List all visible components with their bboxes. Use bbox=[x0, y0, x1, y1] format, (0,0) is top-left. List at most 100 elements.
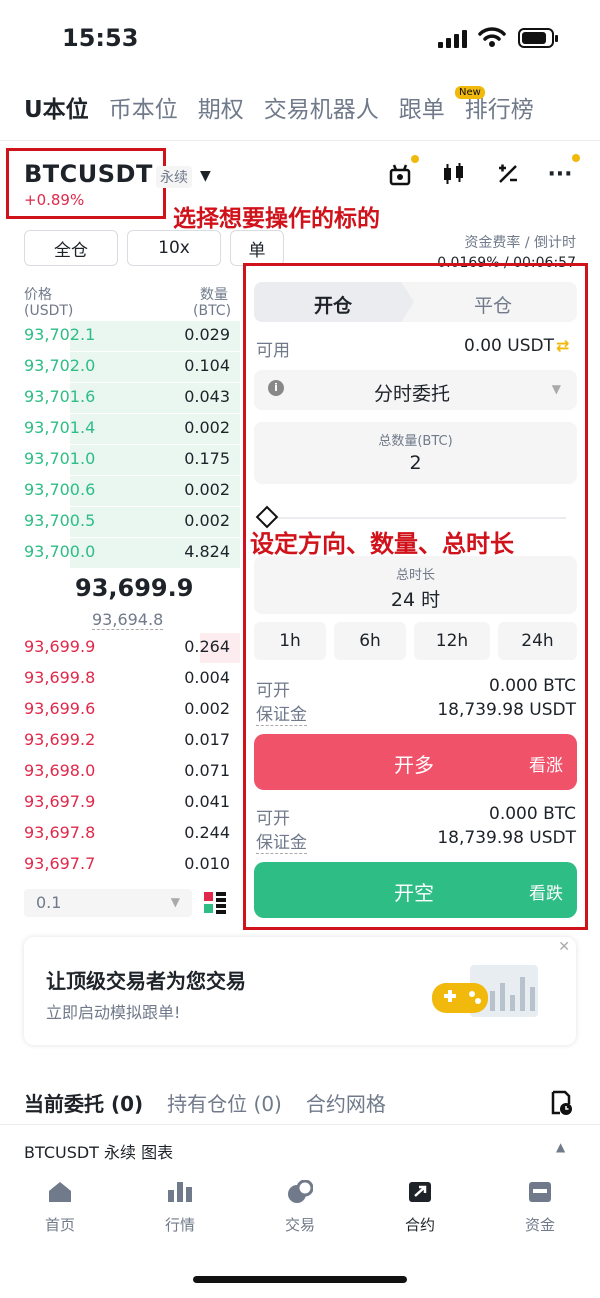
open-long-sub: 看涨 bbox=[529, 756, 563, 776]
qty-slider-track[interactable] bbox=[266, 517, 566, 519]
duration-option-12h[interactable]: 12h bbox=[414, 622, 490, 660]
nav-home-label: 首页 bbox=[44, 1216, 75, 1234]
nav-assets-label: 资金 bbox=[524, 1216, 555, 1234]
order-tabs: 当前委托 (0) 持有仓位 (0) 合约网格 bbox=[24, 1088, 410, 1117]
nav-markets[interactable]: 行情 bbox=[120, 1180, 240, 1235]
nav-markets-label: 行情 bbox=[164, 1216, 195, 1234]
status-time: 15:53 bbox=[62, 24, 139, 52]
wifi-icon bbox=[478, 26, 506, 52]
new-badge: New bbox=[455, 86, 485, 99]
duration-option-6h[interactable]: 6h bbox=[334, 622, 406, 660]
candlestick-chart-icon[interactable] bbox=[440, 160, 468, 188]
available-value: 0.00 USDT bbox=[464, 336, 554, 356]
tab-copy-trading[interactable]: 跟单 bbox=[399, 90, 445, 124]
orderbook-row[interactable]: 93,698.0 0.071 bbox=[0, 757, 240, 787]
tab-open-orders[interactable]: 当前委托 (0) bbox=[24, 1088, 143, 1117]
orderbook-row[interactable]: 93,697.9 0.041 bbox=[0, 788, 240, 818]
order-type-select[interactable]: i 分时委托 ▼ bbox=[254, 370, 577, 410]
orderbook-row[interactable]: 93,699.9 0.264 bbox=[0, 633, 240, 663]
orderbook-row[interactable]: 93,699.2 0.017 bbox=[0, 726, 240, 756]
open-short-sub: 看跌 bbox=[529, 884, 563, 904]
transfer-icon[interactable]: ⇄ bbox=[556, 336, 569, 355]
long-can-open-label: 可开 bbox=[256, 681, 290, 701]
more-icon[interactable]: ··· bbox=[546, 160, 574, 188]
tab-futures-grid[interactable]: 合约网格 bbox=[306, 1088, 386, 1117]
long-margin-label[interactable]: 保证金 bbox=[256, 700, 307, 726]
copy-trading-promo[interactable]: 让顶级交易者为您交易 立即启动模拟跟单! ✕ bbox=[24, 937, 576, 1045]
battery-icon bbox=[518, 28, 558, 48]
annotation-set: 设定方向、数量、总时长 bbox=[250, 530, 514, 558]
order-history-icon[interactable] bbox=[550, 1090, 574, 1120]
open-short-label: 开空 bbox=[394, 881, 434, 905]
total-qty-value: 2 bbox=[409, 452, 422, 474]
close-icon[interactable]: ✕ bbox=[558, 939, 570, 955]
qty-unit: (BTC) bbox=[193, 303, 232, 319]
long-margin-value: 18,739.98 USDT bbox=[437, 700, 576, 720]
nav-home[interactable]: 首页 bbox=[0, 1180, 120, 1235]
leverage-button[interactable]: 10x bbox=[127, 230, 221, 266]
divider bbox=[0, 140, 600, 141]
chevron-down-icon[interactable]: ▼ bbox=[200, 168, 211, 184]
orderbook-row[interactable]: 93,697.8 0.244 bbox=[0, 819, 240, 849]
promo-title: 让顶级交易者为您交易 bbox=[46, 969, 246, 993]
chart-bar-label[interactable]: BTCUSDT 永续 图表 bbox=[24, 1139, 173, 1163]
precision-select[interactable]: 0.1 ▼ bbox=[24, 889, 192, 917]
orderbook-row[interactable]: 93,702.0 0.104 bbox=[0, 352, 240, 382]
calculator-icon[interactable] bbox=[494, 160, 522, 188]
nav-futures-label: 合约 bbox=[404, 1216, 435, 1234]
tab-usdt-m[interactable]: U本位 bbox=[24, 90, 89, 124]
orderbook-row[interactable]: 93,702.1 0.029 bbox=[0, 321, 240, 351]
orderbook-row[interactable]: 93,699.8 0.004 bbox=[0, 664, 240, 694]
position-mode-button[interactable]: 单 bbox=[230, 230, 284, 266]
tab-options[interactable]: 期权 bbox=[198, 90, 244, 124]
short-can-open-value: 0.000 BTC bbox=[489, 804, 576, 824]
orderbook-row[interactable]: 93,700.6 0.002 bbox=[0, 476, 240, 506]
orderbook-row[interactable]: 93,701.6 0.043 bbox=[0, 383, 240, 413]
total-qty-input[interactable]: 总数量(BTC) 2 bbox=[254, 422, 577, 484]
nav-assets[interactable]: 资金 bbox=[480, 1180, 600, 1235]
precision-value: 0.1 bbox=[36, 893, 62, 912]
short-margin-value: 18,739.98 USDT bbox=[437, 828, 576, 848]
orderbook-row[interactable]: 93,700.0 4.824 bbox=[0, 538, 240, 568]
price-change: +0.89% bbox=[24, 191, 85, 209]
chevron-down-icon: ▼ bbox=[551, 382, 561, 396]
tab-positions[interactable]: 持有仓位 (0) bbox=[167, 1088, 282, 1117]
orderbook-row[interactable]: 93,697.7 0.010 bbox=[0, 850, 240, 880]
orderbook-row[interactable]: 93,701.4 0.002 bbox=[0, 414, 240, 444]
info-icon[interactable]: i bbox=[268, 380, 284, 396]
tab-open-position[interactable]: 开仓 bbox=[314, 291, 352, 318]
open-long-label: 开多 bbox=[394, 753, 434, 777]
tab-trading-bots[interactable]: 交易机器人 bbox=[264, 90, 379, 124]
nav-trade[interactable]: 交易 bbox=[240, 1179, 360, 1235]
wallet-icon bbox=[527, 1180, 553, 1204]
signal-icon bbox=[438, 30, 467, 48]
orderbook-row[interactable]: 93,701.0 0.175 bbox=[0, 445, 240, 475]
price-unit: (USDT) bbox=[24, 303, 74, 319]
gift-icon[interactable] bbox=[386, 160, 414, 188]
tab-close-position[interactable]: 平仓 bbox=[474, 291, 512, 318]
symbol-name[interactable]: BTCUSDT bbox=[24, 160, 153, 188]
open-long-button[interactable]: 开多 看涨 bbox=[254, 734, 577, 790]
promo-subtitle: 立即启动模拟跟单! bbox=[46, 1003, 181, 1022]
home-indicator bbox=[193, 1276, 407, 1283]
tab-coin-m[interactable]: 币本位 bbox=[109, 90, 178, 124]
nav-trade-label: 交易 bbox=[284, 1216, 315, 1234]
mark-price[interactable]: 93,694.8 bbox=[92, 610, 164, 630]
duration-input[interactable]: 总时长 24 时 bbox=[254, 556, 577, 614]
trade-icon bbox=[287, 1179, 314, 1204]
nav-futures[interactable]: 合约 bbox=[360, 1180, 480, 1235]
short-margin-label[interactable]: 保证金 bbox=[256, 828, 307, 854]
layout-toggle-icon[interactable] bbox=[204, 892, 226, 914]
long-can-open-value: 0.000 BTC bbox=[489, 676, 576, 696]
divider bbox=[0, 1124, 600, 1125]
total-qty-label: 总数量(BTC) bbox=[378, 434, 453, 449]
orderbook-row[interactable]: 93,700.5 0.002 bbox=[0, 507, 240, 537]
duration-option-24h[interactable]: 24h bbox=[498, 622, 577, 660]
duration-option-1h[interactable]: 1h bbox=[254, 622, 326, 660]
orderbook-row[interactable]: 93,699.6 0.002 bbox=[0, 695, 240, 725]
short-can-open-label: 可开 bbox=[256, 809, 290, 829]
open-short-button[interactable]: 开空 看跌 bbox=[254, 862, 577, 918]
margin-mode-button[interactable]: 全仓 bbox=[24, 230, 118, 266]
notification-dot bbox=[572, 154, 580, 162]
chevron-up-icon[interactable]: ▲ bbox=[556, 1140, 565, 1154]
